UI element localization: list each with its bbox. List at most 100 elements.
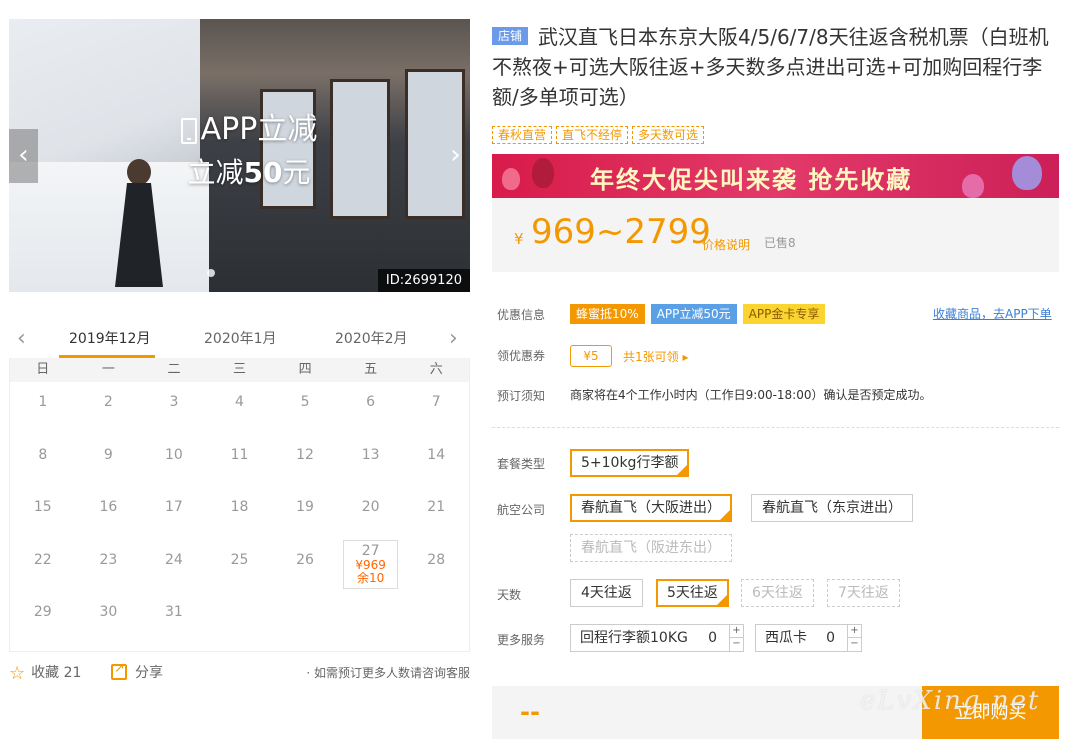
product-image-carousel[interactable]: APP立减 立减50元 ‹ › ID:2699120 bbox=[9, 19, 470, 292]
notice-label: 预订须知 bbox=[497, 389, 546, 403]
day-number: 5 bbox=[300, 394, 310, 410]
calendar-day: 23 bbox=[76, 540, 142, 593]
product-title: 武汉直飞日本东京大阪4/5/6/7/8天往返含税机票（白班机不熬夜+可选大阪往返… bbox=[492, 25, 1049, 109]
group-booking-hint: · 如需预订更多人数请咨询客服 bbox=[306, 666, 470, 680]
calendar-day-available[interactable]: 27 ¥969 余10 bbox=[342, 539, 399, 589]
increment-button[interactable]: + bbox=[848, 625, 861, 638]
calendar-grid: 1 2 3 4 5 6 7 8 9 10 11 12 13 14 15 16 17 18 19 20 21 22 23 24 2… bbox=[10, 382, 469, 645]
calendar-day: 19 bbox=[272, 487, 338, 540]
day-number: 25 bbox=[230, 551, 249, 568]
calendar-day: 10 bbox=[141, 435, 207, 488]
weekday-header: 日一二三四五六 bbox=[10, 358, 469, 382]
weekday-label: 三 bbox=[233, 362, 247, 377]
calendar-day: 1 bbox=[10, 382, 76, 435]
option-days-7: 7天往返 bbox=[827, 579, 900, 607]
weekday-label: 六 bbox=[429, 362, 443, 377]
calendar-day: 31 bbox=[141, 592, 207, 645]
calendar-day: 12 bbox=[272, 435, 338, 488]
day-number: 29 bbox=[33, 604, 52, 620]
service-stepper-luggage: 回程行李额10KG 0 + − bbox=[570, 624, 744, 652]
quantity-input[interactable]: 0 bbox=[708, 625, 717, 651]
product-tag: 直飞不经停 bbox=[556, 126, 629, 144]
day-number: 8 bbox=[38, 446, 48, 463]
day-number: 9 bbox=[103, 446, 113, 463]
day-number: 24 bbox=[165, 551, 183, 568]
banner-text: 年终大促尖叫来袭 抢先收藏 bbox=[590, 166, 913, 194]
day-number: 17 bbox=[165, 499, 183, 515]
calendar-day: 17 bbox=[141, 487, 207, 540]
product-tags: 春秋直营 直飞不经停 多天数可选 bbox=[492, 124, 708, 144]
promo-label: 优惠信息 bbox=[497, 308, 546, 322]
date-calendar: 日一二三四五六 1 2 3 4 5 6 7 8 9 10 11 12 13 14 15 16 17 18 19 20 2… bbox=[9, 358, 470, 652]
phone-icon bbox=[180, 117, 197, 144]
increment-button[interactable]: + bbox=[730, 625, 743, 638]
favorite-label: 收藏 21 bbox=[31, 665, 82, 681]
promo-banner[interactable]: 年终大促尖叫来袭 抢先收藏 bbox=[492, 154, 1059, 198]
calendar-day: 11 bbox=[207, 435, 273, 488]
option-days-4[interactable]: 4天往返 bbox=[570, 579, 643, 607]
product-id-badge: ID:2699120 bbox=[377, 269, 470, 292]
tab-month-2020-01[interactable]: 2020年1月 bbox=[204, 328, 277, 348]
day-number: 22 bbox=[33, 551, 52, 568]
day-price: ¥969 bbox=[355, 557, 386, 572]
option-airline-osaka[interactable]: 春航直飞（大阪进出） bbox=[570, 494, 732, 522]
carousel-dot[interactable] bbox=[207, 269, 215, 277]
balloon-icon bbox=[502, 168, 520, 190]
share-button[interactable]: 分享 bbox=[111, 661, 163, 682]
calendar-next-button[interactable]: › bbox=[449, 326, 458, 351]
sold-count: 已售8 bbox=[764, 236, 796, 250]
calendar-month-nav: ‹ 2019年12月 2020年1月 2020年2月 › bbox=[9, 322, 470, 358]
day-number: 16 bbox=[99, 499, 118, 515]
calendar-prev-button[interactable]: ‹ bbox=[17, 326, 26, 351]
chevron-right-icon: › bbox=[450, 140, 461, 170]
star-icon: ☆ bbox=[9, 663, 26, 684]
notice-text: 商家将在4个工作小时内（工作日9:00-18:00）确认是否预定成功。 bbox=[570, 388, 932, 402]
day-number: 12 bbox=[296, 446, 314, 463]
price-explain-link[interactable]: 价格说明 bbox=[702, 236, 750, 253]
tab-month-2019-12[interactable]: 2019年12月 bbox=[69, 328, 150, 348]
weekday-label: 四 bbox=[298, 362, 312, 377]
calendar-day: 20 bbox=[338, 487, 404, 540]
favorite-button[interactable]: ☆ 收藏 21 bbox=[9, 662, 81, 684]
claim-coupon-link[interactable]: 共1张可领 ▸ bbox=[623, 348, 688, 365]
option-package-5-10kg[interactable]: 5+10kg行李额 bbox=[570, 449, 690, 477]
day-number: 19 bbox=[296, 499, 314, 515]
day-number: 26 bbox=[296, 551, 314, 568]
day-number: 14 bbox=[427, 446, 446, 463]
quantity-input[interactable]: 0 bbox=[826, 625, 835, 651]
calendar-day: 16 bbox=[76, 487, 142, 540]
option-airline-tokyo[interactable]: 春航直飞（东京进出） bbox=[751, 494, 913, 522]
balloon-icon bbox=[962, 174, 984, 198]
chevron-left-icon: ‹ bbox=[18, 140, 29, 170]
day-number: 11 bbox=[230, 446, 249, 463]
overlay-prefix: 立减 bbox=[187, 156, 244, 189]
day-number: 3 bbox=[169, 394, 179, 410]
coupon-ticket[interactable]: ¥5 bbox=[570, 345, 612, 367]
day-number: 31 bbox=[165, 604, 183, 620]
option-days-6: 6天往返 bbox=[741, 579, 814, 607]
day-remaining: 余10 bbox=[356, 570, 385, 585]
option-days-5[interactable]: 5天往返 bbox=[656, 579, 729, 607]
favorite-go-app-link[interactable]: 收藏商品，去APP下单 bbox=[933, 305, 1052, 322]
calendar-day: 26 bbox=[272, 540, 338, 593]
promo-badge: 蜂蜜抵10% bbox=[570, 304, 645, 324]
calendar-day: 8 bbox=[10, 435, 76, 488]
day-number: 20 bbox=[361, 499, 380, 515]
decrement-button[interactable]: − bbox=[730, 638, 743, 651]
decrement-button[interactable]: − bbox=[848, 638, 861, 651]
carousel-prev-button[interactable]: ‹ bbox=[9, 129, 38, 183]
day-number: 2 bbox=[103, 394, 113, 410]
product-title-block: 店铺 武汉直飞日本东京大阪4/5/6/7/8天往返含税机票（白班机不熬夜+可选大阪… bbox=[492, 22, 1052, 112]
day-number: 15 bbox=[33, 499, 52, 515]
price-panel: ¥ 969~2799 价格说明 已售8 bbox=[492, 198, 1059, 272]
calendar-day: 6 bbox=[338, 382, 404, 435]
tab-month-2020-02[interactable]: 2020年2月 bbox=[335, 328, 408, 348]
calendar-day: 15 bbox=[10, 487, 76, 540]
day-number: 13 bbox=[361, 446, 380, 463]
day-number: 28 bbox=[427, 551, 446, 568]
promo-badges: 蜂蜜抵10% APP立减50元 APP金卡专享 bbox=[570, 303, 831, 324]
carousel-next-button[interactable]: › bbox=[441, 129, 470, 183]
day-number: 10 bbox=[165, 446, 183, 463]
calendar-day: 21 bbox=[403, 487, 469, 540]
calendar-day: 22 bbox=[10, 540, 76, 593]
